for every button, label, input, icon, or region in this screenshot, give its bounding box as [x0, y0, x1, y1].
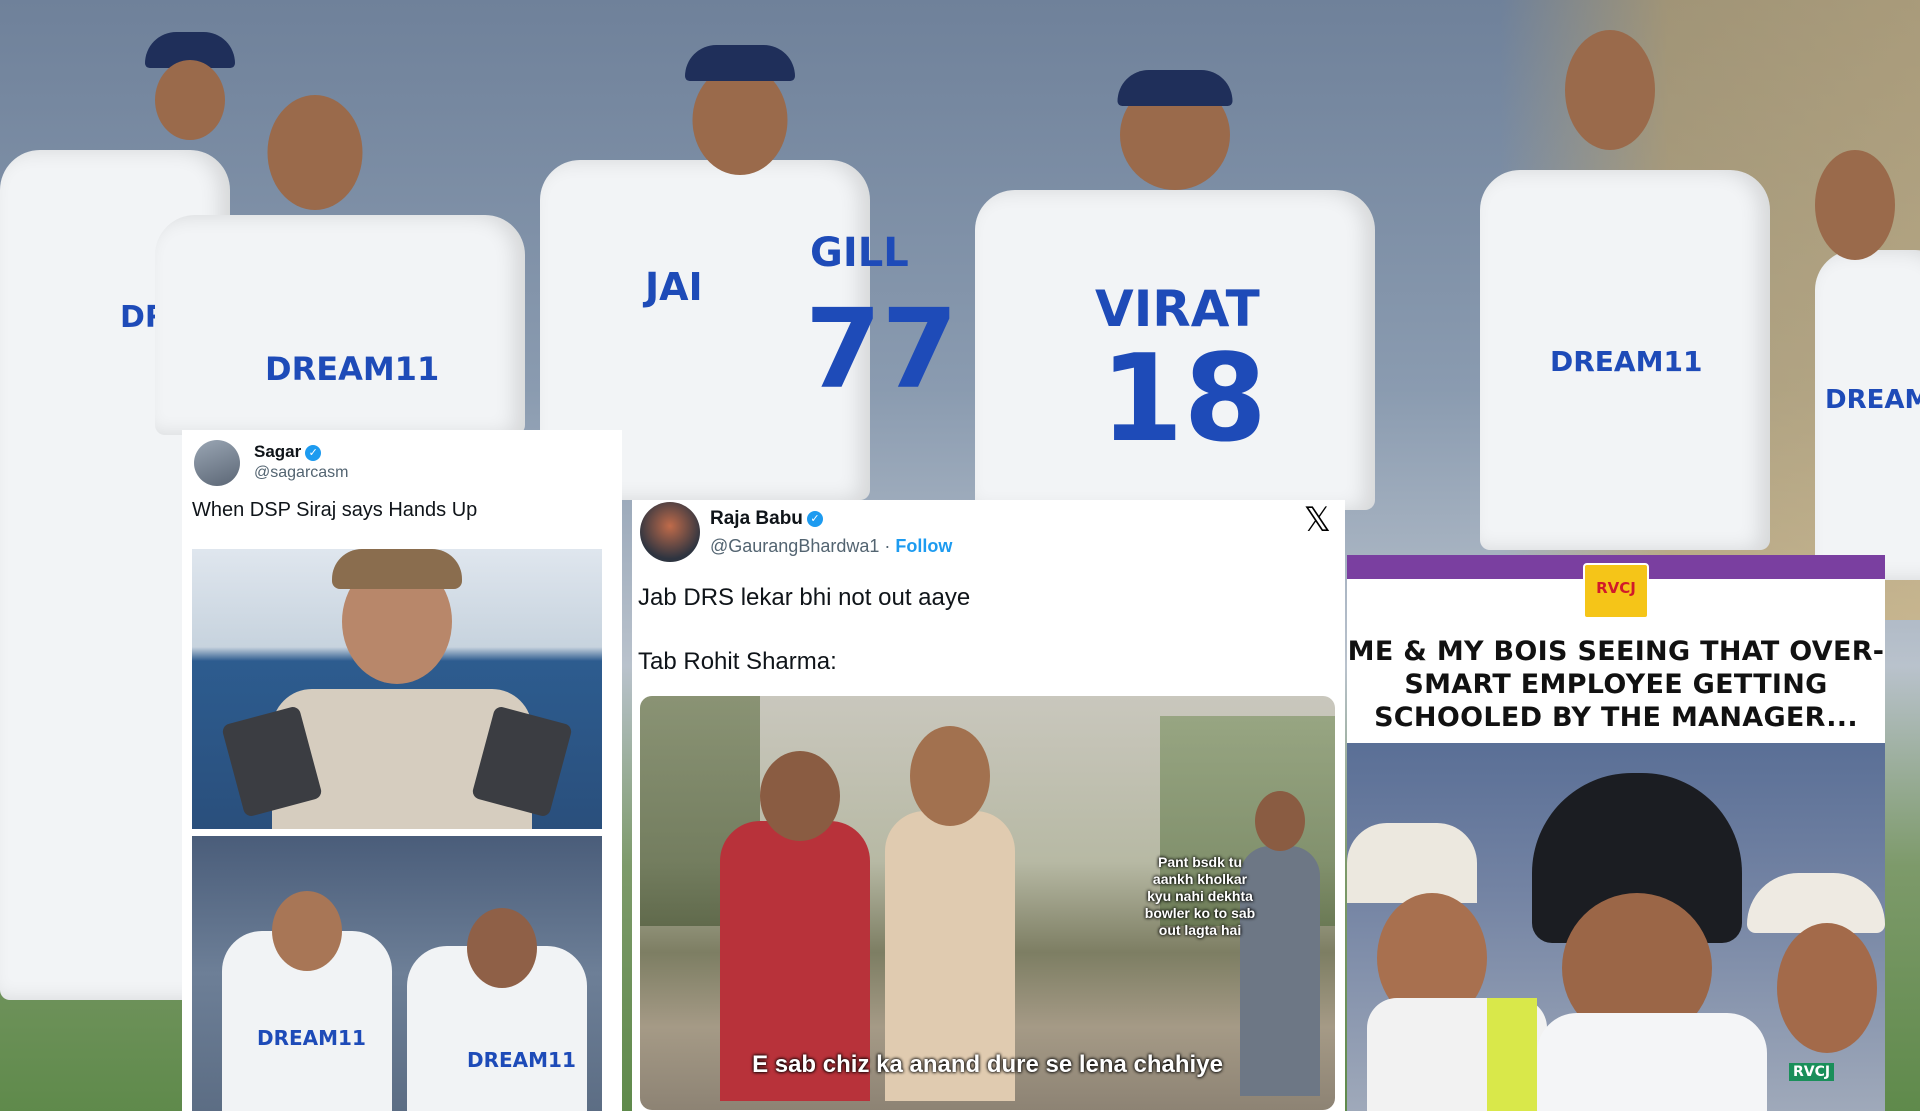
- author-handle[interactable]: @GaurangBhardwa1: [710, 536, 879, 556]
- rvcj-meme-card: RVCJ ME & MY BOIS SEEING THAT OVER-SMART…: [1347, 555, 1885, 1111]
- rvcj-logo: RVCJ: [1583, 563, 1649, 619]
- jersey-text: DREAM11: [1825, 385, 1920, 415]
- follow-link[interactable]: Follow: [895, 536, 952, 556]
- jersey-text: JAI: [645, 265, 703, 309]
- meme-image-virat: RVCJ: [1347, 743, 1885, 1111]
- raja-tweet-card: Raja Babu ✓ @GaurangBhardwa1 · Follow 𝕏 J…: [632, 500, 1345, 1111]
- meme-image-rohit: Pant bsdk tu aankh kholkar kyu nahi dekh…: [640, 696, 1335, 1110]
- jersey-text: 77: [805, 285, 959, 413]
- separator: ·: [884, 536, 891, 556]
- jersey-text: DREAM11: [265, 350, 440, 388]
- verified-badge-icon: ✓: [305, 444, 322, 461]
- verified-badge-icon: ✓: [806, 510, 823, 527]
- rvcj-watermark: RVCJ: [1789, 1063, 1835, 1081]
- avatar: [194, 440, 240, 486]
- sagar-tweet-card: Sagar ✓ @sagarcasm When DSP Siraj says Ha…: [182, 430, 622, 1111]
- meme-image-players: DREAM11 DREAM11: [192, 836, 602, 1111]
- author-name[interactable]: Raja Babu: [710, 508, 803, 529]
- meme-image-police: [192, 549, 602, 829]
- player-figure: VIRAT 18: [975, 70, 1375, 510]
- jersey-text: DREAM11: [467, 1048, 576, 1072]
- image-caption-bottom: E sab chiz ka anand dure se lena chahiye: [752, 1051, 1223, 1078]
- tweet-text: When DSP Siraj says Hands Up: [192, 499, 478, 521]
- tweet-line-2: Tab Rohit Sharma:: [638, 648, 837, 675]
- jersey-text: DREAM11: [1550, 345, 1703, 378]
- jersey-text: GILL: [810, 230, 909, 276]
- jersey-text: DREAM11: [257, 1026, 366, 1050]
- player-figure: DREAM11: [1480, 30, 1770, 550]
- player-figure: DREAM11: [1815, 150, 1920, 580]
- author-handle[interactable]: @sagarcasm: [254, 464, 349, 482]
- author-name[interactable]: Sagar: [254, 442, 301, 461]
- image-caption-side: Pant bsdk tu aankh kholkar kyu nahi dekh…: [1144, 854, 1256, 938]
- x-logo-icon[interactable]: 𝕏: [1304, 500, 1331, 540]
- tweet-line-1: Jab DRS lekar bhi not out aaye: [638, 584, 971, 611]
- meme-headline: ME & MY BOIS SEEING THAT OVER-SMART EMPL…: [1347, 636, 1885, 733]
- jersey-text: 18: [1100, 330, 1267, 469]
- player-figure: DREAM11: [155, 95, 525, 435]
- avatar: [640, 502, 700, 562]
